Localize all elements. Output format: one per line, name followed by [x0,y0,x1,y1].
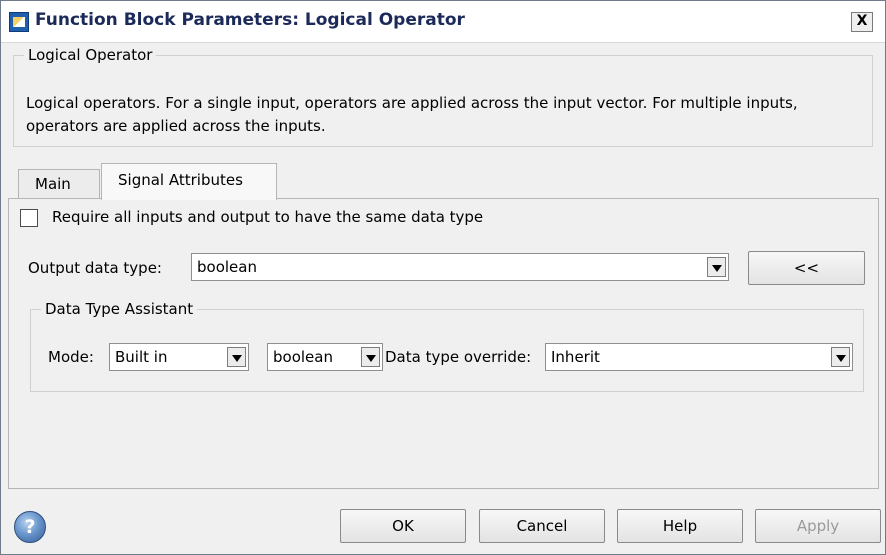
cancel-button[interactable]: Cancel [479,509,605,543]
chevron-down-icon[interactable] [227,347,246,367]
data-type-override-dropdown[interactable]: Inherit [545,343,853,371]
window-title: Function Block Parameters: Logical Opera… [35,10,465,30]
builtin-type-value: boolean [273,348,333,366]
output-data-type-label: Output data type: [28,259,162,277]
tab-main[interactable]: Main [18,169,100,199]
help-icon[interactable]: ? [14,511,46,543]
close-button[interactable]: X [851,12,873,32]
description-text: Logical operators. For a single input, o… [26,94,798,135]
tab-signal-attributes[interactable]: Signal Attributes [101,163,277,200]
data-type-assistant-toggle-button[interactable]: << [748,251,865,285]
chevron-down-icon[interactable] [707,257,726,277]
output-data-type-dropdown[interactable]: boolean [191,253,729,281]
mode-value: Built in [115,348,168,366]
require-same-type-checkbox[interactable] [20,209,38,227]
apply-button[interactable]: Apply [755,509,881,543]
dialog-window: Function Block Parameters: Logical Opera… [0,0,886,555]
data-type-assistant-title: Data Type Assistant [41,300,198,318]
output-data-type-value: boolean [197,258,257,276]
simulink-app-icon [9,12,29,32]
chevron-down-icon[interactable] [361,347,380,367]
builtin-type-dropdown[interactable]: boolean [267,343,383,371]
description-group-title: Logical Operator [24,46,157,64]
help-button[interactable]: Help [617,509,743,543]
chevron-down-icon[interactable] [831,347,850,367]
title-bar: Function Block Parameters: Logical Opera… [1,1,885,43]
description-group: Logical Operator Logical operators. For … [13,46,873,147]
data-type-override-value: Inherit [551,348,600,366]
ok-button[interactable]: OK [340,509,466,543]
mode-dropdown[interactable]: Built in [109,343,249,371]
require-same-type-label: Require all inputs and output to have th… [52,208,484,226]
data-type-override-label: Data type override: [385,348,532,366]
mode-label: Mode: [48,348,94,366]
